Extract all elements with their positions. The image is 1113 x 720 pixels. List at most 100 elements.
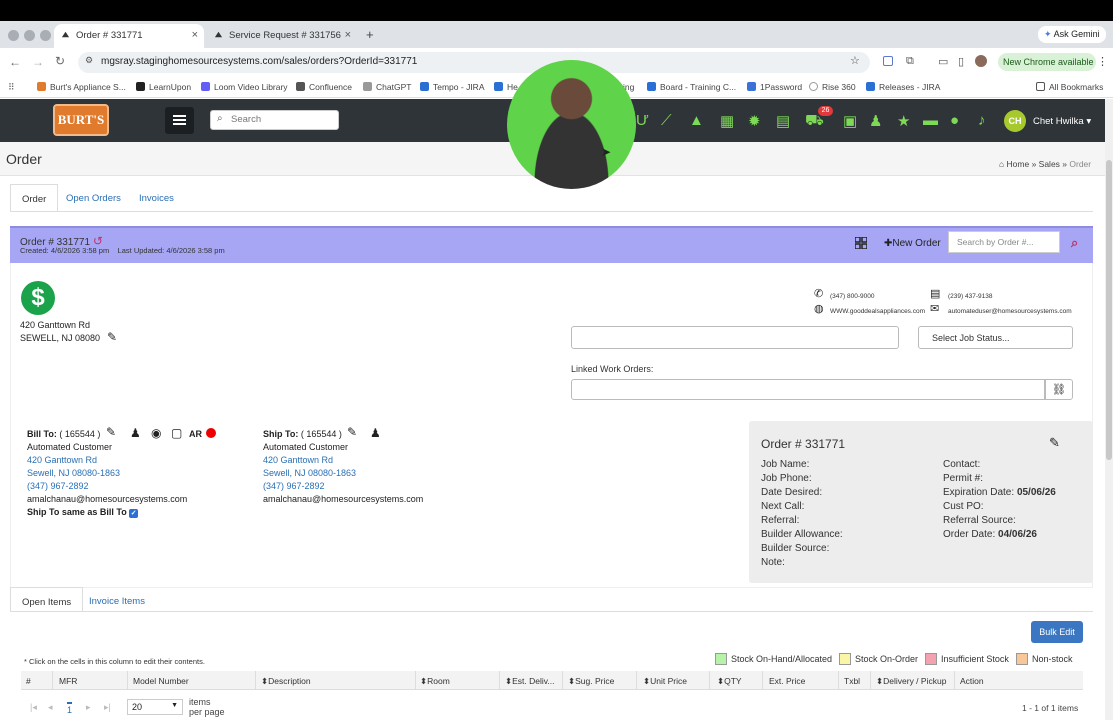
first-page-icon[interactable]: |◂ — [30, 702, 37, 713]
document-icon[interactable]: ▢ — [171, 426, 182, 440]
magnet-icon[interactable]: Ư — [636, 112, 649, 129]
star-icon[interactable]: ★ — [897, 112, 910, 130]
close-tab-icon[interactable]: × — [192, 29, 198, 41]
new-order-button[interactable]: ✚New Order — [884, 238, 941, 249]
bill-to-city[interactable]: Sewell, NJ 08080-1863 — [27, 467, 120, 480]
edit-bill-to-icon[interactable]: ✎ — [106, 425, 116, 439]
ask-gemini-button[interactable]: ✦ Ask Gemini — [1038, 26, 1106, 43]
col-ext-price[interactable]: Ext. Price — [769, 676, 805, 686]
current-page[interactable]: 1 — [67, 702, 73, 715]
col-mfr[interactable]: MFR — [59, 676, 77, 686]
all-bookmarks[interactable]: All Bookmarks — [1036, 82, 1103, 92]
eye-icon[interactable]: ◉ — [151, 426, 161, 440]
sidebar-icon[interactable]: ▯ — [958, 55, 964, 68]
global-search-input[interactable]: ⌕ Search — [210, 110, 339, 130]
col-unit-price[interactable]: ⬍Unit Price — [643, 676, 687, 687]
ship-to-phone[interactable]: (347) 967-2892 — [263, 480, 325, 493]
forward-icon[interactable]: → — [32, 55, 44, 69]
company-logo[interactable]: BURT'S — [53, 104, 109, 136]
user-avatar[interactable]: CH — [1004, 110, 1026, 132]
bell-icon[interactable]: ♪ — [978, 112, 986, 129]
bookmark-item[interactable]: Burt's Appliance S... — [37, 82, 126, 92]
store-email[interactable]: automateduser@homesourcesystems.com — [948, 308, 1072, 315]
ship-to-street[interactable]: 420 Ganttown Rd — [263, 454, 333, 467]
calculator-icon[interactable]: ▦ — [720, 112, 734, 130]
profile-avatar[interactable] — [975, 55, 987, 67]
extension-icon[interactable] — [883, 56, 893, 66]
prev-page-icon[interactable]: ◂ — [48, 702, 53, 713]
back-icon[interactable]: ← — [9, 55, 21, 69]
tab-invoice-items[interactable]: Invoice Items — [78, 587, 156, 612]
edit-ship-to-icon[interactable]: ✎ — [347, 425, 357, 439]
bookmark-item[interactable]: Releases - JIRA — [866, 82, 940, 92]
bookmark-item[interactable]: Board - Training C... — [647, 82, 736, 92]
browser-tab-order[interactable]: Order # 331771 × — [54, 24, 204, 48]
chrome-menu-icon[interactable]: ⋮ — [1097, 55, 1108, 68]
edit-order-icon[interactable]: ✎ — [1049, 435, 1060, 451]
chart-icon[interactable]: ⟋ — [661, 112, 672, 129]
gear-icon[interactable]: ✹ — [748, 112, 761, 130]
puzzle-extensions-icon[interactable]: ⧉ — [906, 55, 914, 68]
users-icon[interactable]: ♟ — [869, 112, 882, 130]
site-settings-icon[interactable]: ⚙ — [85, 55, 93, 66]
col-est-delivery[interactable]: ⬍Est. Deliv... — [505, 676, 554, 687]
edit-address-icon[interactable]: ✎ — [107, 330, 117, 344]
order-search-icon[interactable]: ⌕ — [1071, 235, 1078, 251]
window-close-button[interactable] — [8, 30, 19, 41]
link-icon[interactable]: ⛓ — [1045, 379, 1073, 400]
same-address-checkbox[interactable]: ✓ — [129, 509, 139, 518]
col-model-number[interactable]: Model Number — [133, 676, 189, 686]
tab-open-items[interactable]: Open Items — [10, 587, 84, 612]
bill-to-phone[interactable]: (347) 967-2892 — [27, 480, 89, 493]
col-number[interactable]: # — [26, 676, 31, 686]
user-icon[interactable]: ♟ — [130, 426, 141, 440]
page-size-select[interactable]: 20 ▼ — [127, 699, 183, 715]
bulk-edit-button[interactable]: Bulk Edit — [1031, 621, 1083, 643]
tab-open-orders[interactable]: Open Orders — [55, 184, 132, 211]
briefcase-icon[interactable]: ▣ — [843, 112, 857, 130]
col-sug-price[interactable]: ⬍Sug. Price — [568, 676, 614, 687]
store-website[interactable]: WWW.gooddealsappliances.com — [830, 308, 925, 315]
new-chrome-available-button[interactable]: New Chrome available — [998, 53, 1096, 71]
user-menu[interactable]: Chet Hwilka ▾ — [1033, 116, 1091, 127]
close-tab-icon[interactable]: × — [345, 29, 351, 41]
bill-to-street[interactable]: 420 Ganttown Rd — [27, 454, 97, 467]
tab-order[interactable]: Order — [10, 184, 59, 211]
bookmark-item[interactable]: He — [494, 82, 518, 92]
url-bar[interactable]: ⚙ mgsray.staginghomesourcesystems.com/sa… — [78, 52, 870, 73]
col-room[interactable]: ⬍Room — [420, 676, 450, 687]
col-qty[interactable]: ⬍QTY — [717, 676, 742, 687]
bookmark-star-icon[interactable]: ☆ — [850, 54, 860, 67]
order-text-field[interactable] — [571, 326, 899, 349]
col-action[interactable]: Action — [960, 676, 984, 686]
ship-to-city[interactable]: Sewell, NJ 08080-1863 — [263, 467, 356, 480]
folder-icon[interactable]: ▬ — [923, 112, 938, 129]
bookmark-item[interactable]: 1Password — [747, 82, 802, 92]
window-minimize-button[interactable] — [24, 30, 35, 41]
breadcrumb-sales[interactable]: Sales — [1039, 159, 1060, 169]
bookmark-item[interactable]: Tempo - JIRA — [420, 82, 485, 92]
browser-tab-service-request[interactable]: Service Request # 331756 × — [207, 24, 357, 48]
user-icon[interactable]: ♟ — [370, 426, 381, 440]
scrollbar-thumb[interactable] — [1106, 160, 1112, 460]
order-search-input[interactable]: Search by Order #... — [948, 231, 1060, 253]
bookmark-item[interactable]: Confluence — [296, 82, 352, 92]
bookmark-item[interactable]: LearnUpon — [136, 82, 191, 92]
window-zoom-button[interactable] — [40, 30, 51, 41]
new-tab-button[interactable]: + — [366, 27, 374, 42]
col-taxable[interactable]: Txbl — [844, 676, 860, 686]
apps-grid-icon[interactable]: ⠿ — [8, 82, 15, 93]
bookmark-item[interactable]: ChatGPT — [363, 82, 411, 92]
bookmark-item[interactable]: Loom Video Library — [201, 82, 288, 92]
tab-invoices[interactable]: Invoices — [128, 184, 185, 211]
col-description[interactable]: ⬍Description — [261, 676, 311, 687]
receipt-icon[interactable]: ▤ — [776, 112, 790, 130]
reload-icon[interactable]: ↻ — [55, 54, 65, 68]
chat-icon[interactable]: ● — [950, 112, 959, 129]
next-page-icon[interactable]: ▸ — [86, 702, 91, 713]
job-status-select[interactable]: Select Job Status... — [918, 326, 1073, 349]
graduation-cap-icon[interactable]: ▲ — [689, 112, 704, 129]
linked-work-orders-input[interactable] — [571, 379, 1045, 400]
bookmark-item[interactable]: Rise 360 — [809, 82, 856, 92]
col-delivery-pickup[interactable]: ⬍Delivery / Pickup — [876, 676, 946, 687]
